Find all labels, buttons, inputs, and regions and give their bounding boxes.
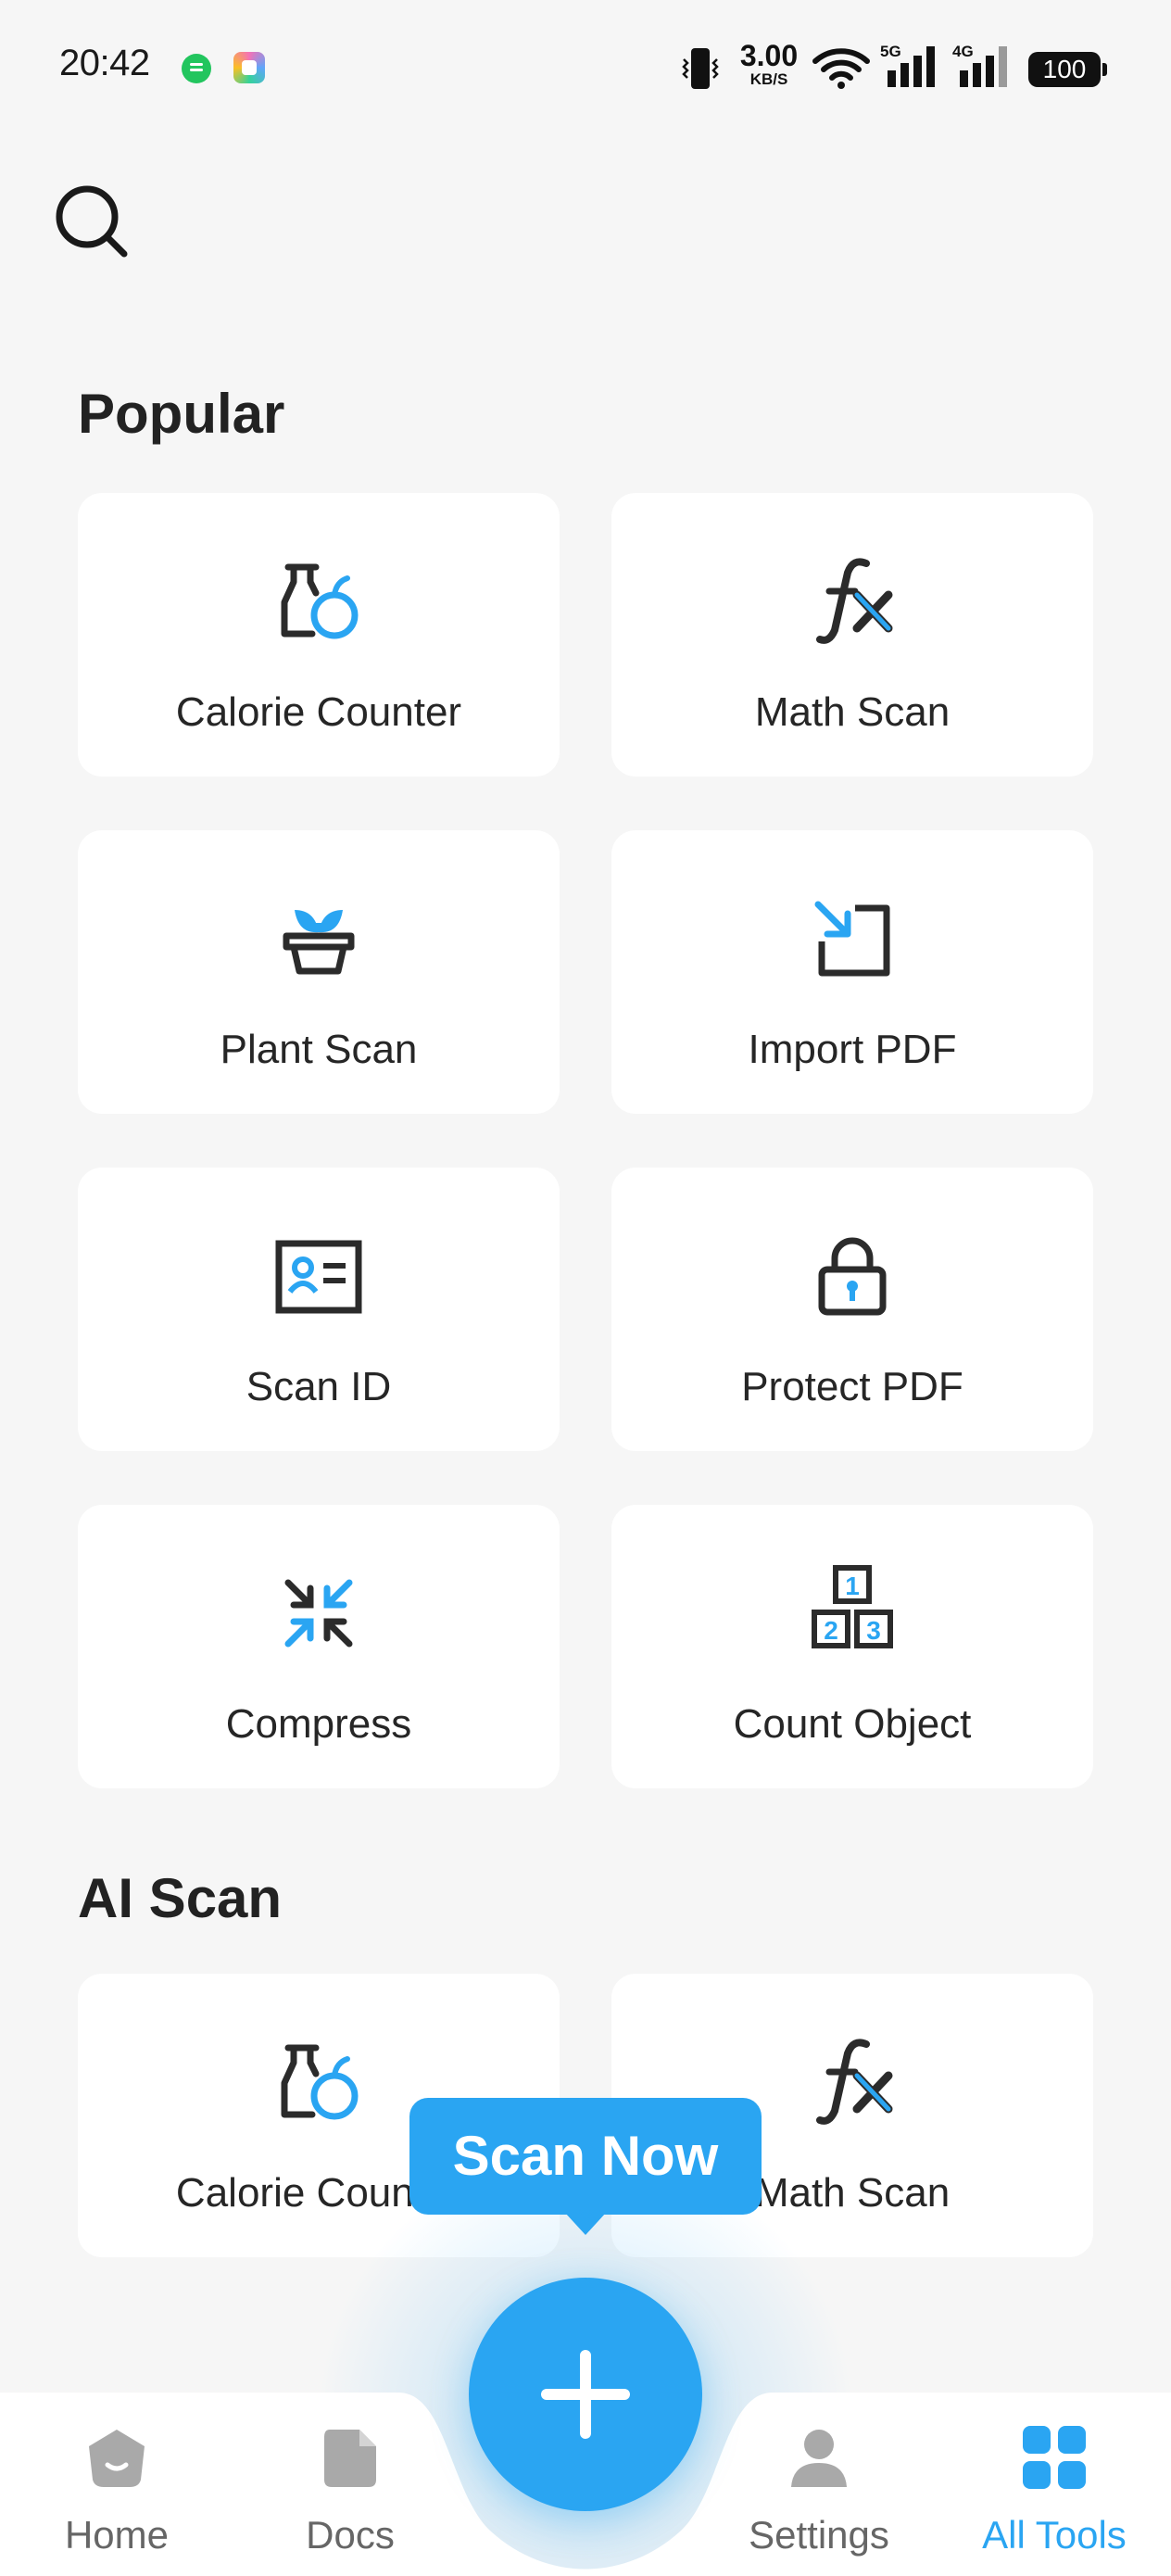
tool-card-count-object[interactable]: 1 2 3 Count Object [611,1505,1093,1788]
home-icon [89,2430,145,2487]
tool-label: Protect PDF [741,1364,963,1409]
nav-item-docs[interactable]: Docs [258,2424,443,2563]
count-blocks-icon: 1 2 3 [812,1565,893,1648]
signal-4g: 4G [952,43,1014,92]
svg-text:2: 2 [824,1616,838,1645]
signal-5g: 5G [880,43,941,92]
scan-now-tooltip[interactable]: Scan Now [409,2098,762,2235]
tool-card-scan-id[interactable]: Scan ID [78,1168,560,1451]
import-icon [814,901,890,977]
status-bar: 20:42 3.00 KB/S 5G 4G 100 [0,0,1171,139]
svg-text:3: 3 [866,1616,881,1645]
battery-indicator: 100 [1028,52,1107,87]
network-speed: 3.00 KB/S [732,41,806,87]
tool-card-import-pdf[interactable]: Import PDF [611,830,1093,1114]
compress-icon [284,1579,353,1648]
math-fx-icon [816,2039,893,2125]
tool-label: Compress [225,1701,412,1747]
network-speed-value: 3.00 [739,39,799,72]
nav-label-all-tools: All Tools [982,2513,1127,2557]
signal-4g-tag: 4G [952,43,974,60]
calorie-icon [281,563,359,639]
tool-label: Calorie Counter [175,689,462,735]
app-notification-icon [233,52,265,83]
svg-text:1: 1 [845,1572,860,1600]
scan-fab-button[interactable] [469,2278,702,2511]
network-speed-unit: KB/S [749,70,788,88]
plant-icon [283,910,355,975]
nav-item-settings[interactable]: Settings [726,2424,912,2563]
tool-label: Scan ID [246,1364,392,1409]
math-fx-icon [816,558,893,644]
tool-label: Math Scan [754,689,951,735]
nav-label-docs: Docs [306,2513,395,2557]
tool-card-plant-scan[interactable]: Plant Scan [78,830,560,1114]
settings-person-icon [791,2430,847,2487]
vibrate-icon [682,48,719,89]
section-title-ai-scan: AI Scan [78,1867,283,1929]
tool-card-compress[interactable]: Compress [78,1505,560,1788]
docs-icon [324,2430,376,2487]
signal-5g-tag: 5G [880,43,901,60]
status-time: 20:42 [59,43,150,83]
search-icon [56,185,128,258]
calorie-icon [281,2044,359,2120]
nav-item-all-tools[interactable]: All Tools [962,2424,1147,2563]
section-title-popular: Popular [78,383,285,445]
nav-label-settings: Settings [749,2513,889,2557]
tool-card-math-scan[interactable]: Math Scan [611,493,1093,777]
tool-card-calorie-counter[interactable]: Calorie Counter [78,493,560,777]
lock-icon [818,1237,887,1316]
id-card-icon [275,1240,362,1314]
plus-icon [541,2350,630,2439]
tool-label: Count Object [733,1701,972,1747]
all-tools-grid-icon [1023,2426,1086,2489]
nav-label-home: Home [64,2513,170,2557]
chat-notification-icon [182,54,211,83]
nav-item-home[interactable]: Home [24,2424,209,2563]
wifi-icon [812,48,870,89]
tool-label: Plant Scan [220,1027,418,1072]
tool-label: Import PDF [748,1027,957,1072]
tool-card-protect-pdf[interactable]: Protect PDF [611,1168,1093,1451]
search-button[interactable] [50,180,133,263]
